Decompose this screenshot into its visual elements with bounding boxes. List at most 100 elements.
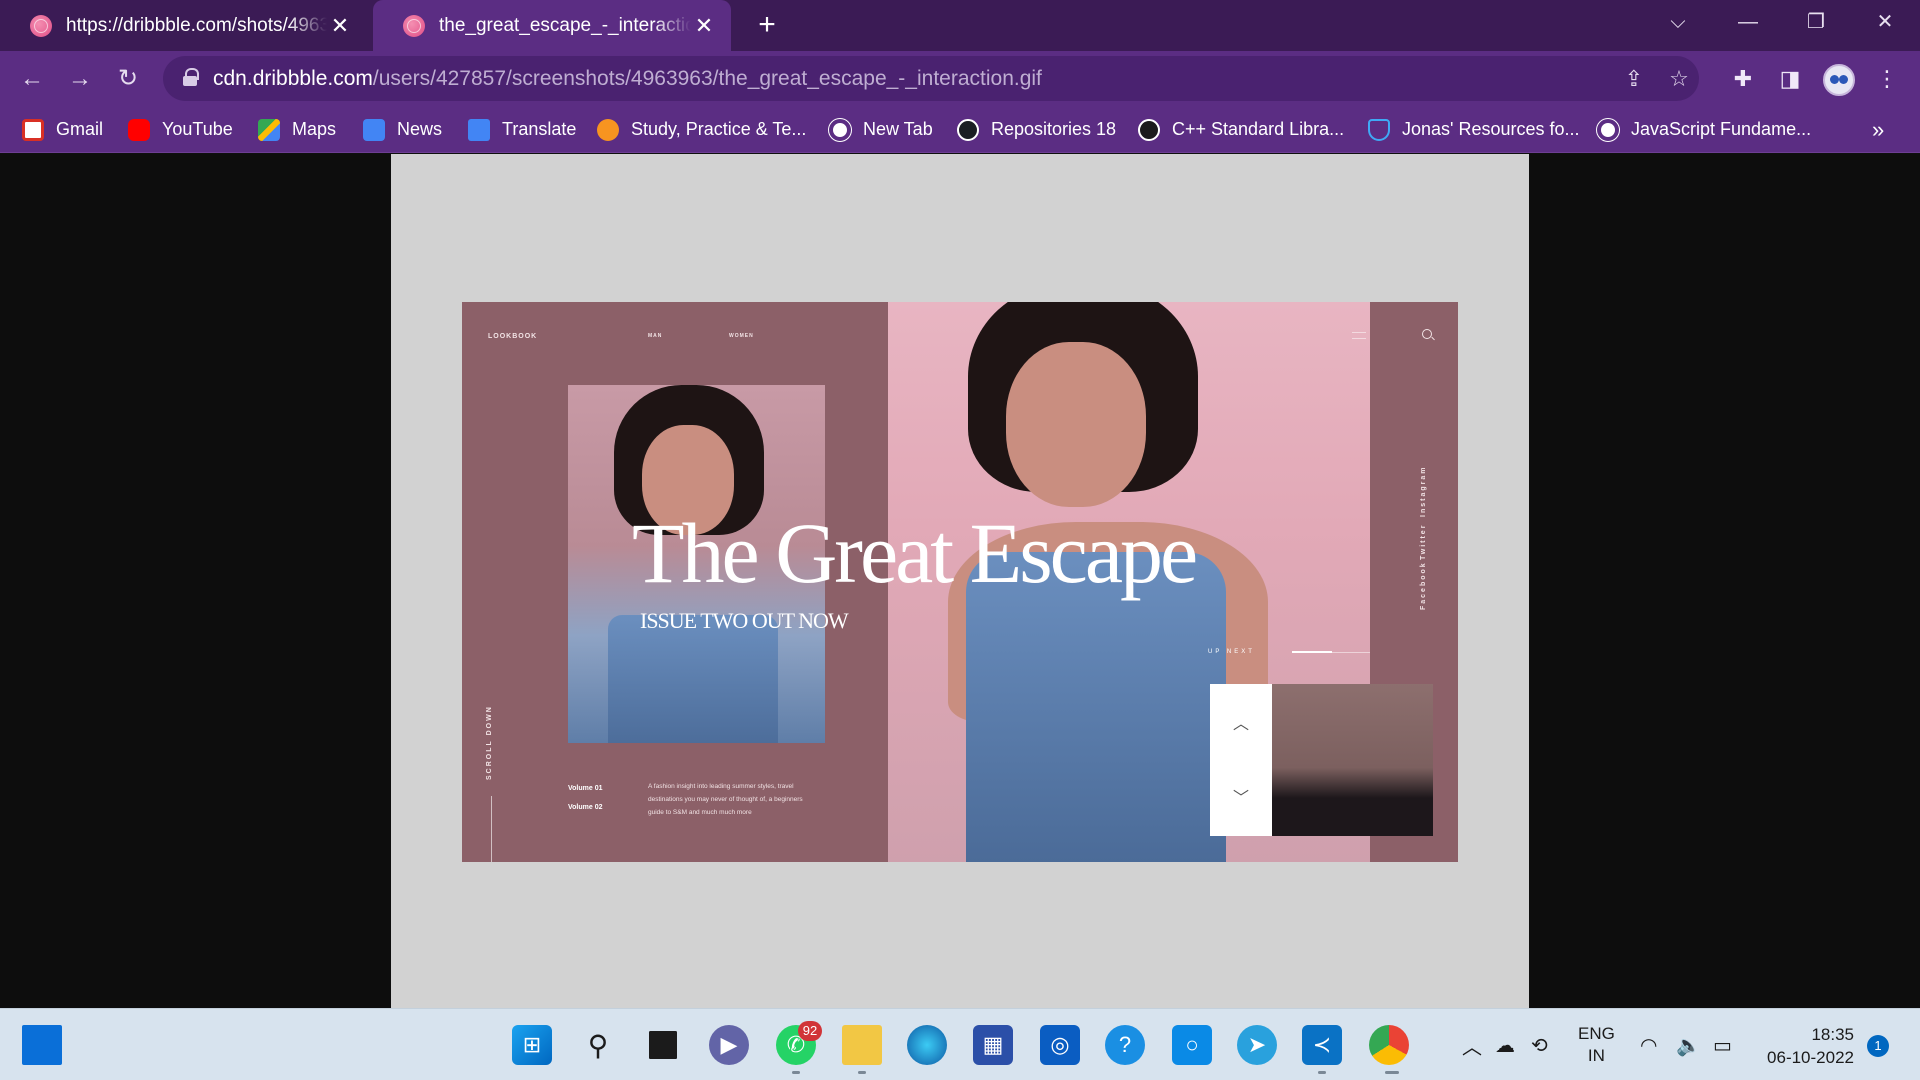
chat-icon[interactable]: ▶ <box>709 1025 749 1065</box>
scroll-line <box>491 796 492 862</box>
restore-button[interactable]: ❐ <box>1786 0 1846 44</box>
bookmark-maps[interactable]: Maps <box>258 106 336 153</box>
sync-icon[interactable]: ⟲ <box>1531 1009 1548 1080</box>
share-icon[interactable]: ⇪ <box>1617 62 1651 96</box>
page-viewport: LOOKBOOK MAN WOMEN SCROLL DOWN Volume 01… <box>0 154 1920 1008</box>
close-window-button[interactable]: ✕ <box>1855 0 1915 44</box>
url-text[interactable]: cdn.dribbble.com/users/427857/screenshot… <box>213 56 1042 101</box>
overall-shape <box>608 615 778 743</box>
tab-title: https://dribbble.com/shots/4963963 <box>66 14 327 36</box>
bookmark-translate[interactable]: Translate <box>468 106 576 153</box>
dribbble-icon <box>403 14 425 37</box>
globe-icon <box>1597 118 1619 141</box>
github-icon <box>957 118 979 141</box>
tab-title: the_great_escape_-_interaction.gif <box>439 14 691 36</box>
wifi-icon[interactable]: ◠ <box>1640 1009 1657 1080</box>
vscode-icon[interactable]: ≺ <box>1302 1025 1342 1065</box>
notification-badge[interactable]: 1 <box>1867 1035 1889 1057</box>
cortana-icon[interactable]: ○ <box>1172 1025 1212 1065</box>
tab-search-icon[interactable]: ⌵ <box>1648 0 1708 44</box>
browser-toolbar: ← → ↻ cdn.dribbble.com/users/427857/scre… <box>0 51 1920 106</box>
clock[interactable]: 18:35 06-10-2022 <box>1754 1023 1854 1069</box>
social-facebook: Facebook <box>1420 561 1427 610</box>
close-tab-icon[interactable]: ✕ <box>327 13 353 39</box>
side-panel-icon[interactable]: ◨ <box>1772 61 1808 97</box>
maps-icon <box>258 118 280 141</box>
minimize-button[interactable]: — <box>1718 0 1778 44</box>
forward-button[interactable]: → <box>62 61 98 97</box>
whatsapp-badge: 92 <box>798 1021 822 1041</box>
dribbble-icon <box>30 14 52 37</box>
bookmark-label: News <box>397 119 443 139</box>
youtube-icon <box>128 118 150 141</box>
gif-subhead: ISSUE TWO OUT NOW <box>640 608 849 633</box>
bookmark-repositories[interactable]: Repositories 18 <box>957 106 1116 153</box>
language-line2: IN <box>1587 1046 1605 1065</box>
bookmark-label: Study, Practice & Te... <box>631 119 807 139</box>
gif-image[interactable]: LOOKBOOK MAN WOMEN SCROLL DOWN Volume 01… <box>462 302 1458 862</box>
start-icon[interactable]: ⊞ <box>512 1025 552 1065</box>
menu-icon[interactable]: ⋮ <box>1869 61 1905 97</box>
translate-icon <box>468 118 490 141</box>
running-indicator <box>792 1071 800 1074</box>
next-slide-thumbnail <box>1272 684 1433 836</box>
battery-icon[interactable]: ▭ <box>1713 1009 1732 1080</box>
bookmark-label: Translate <box>502 119 577 139</box>
bookmark-cpp[interactable]: C++ Standard Libra... <box>1138 106 1344 153</box>
app-icon[interactable]: ◎ <box>1040 1025 1080 1065</box>
store-icon[interactable]: ▦ <box>973 1025 1013 1065</box>
face-shape <box>1006 342 1146 507</box>
volume-icon[interactable]: 🔈 <box>1676 1009 1701 1080</box>
telegram-icon[interactable]: ➤ <box>1237 1025 1277 1065</box>
bookmark-label: JavaScript Fundame... <box>1631 119 1812 139</box>
onedrive-icon[interactable]: ☁ <box>1495 1009 1515 1080</box>
help-icon[interactable]: ? <box>1105 1025 1145 1065</box>
gif-nav-lookbook: LOOKBOOK <box>488 333 538 340</box>
clock-date: 06-10-2022 <box>1767 1048 1854 1067</box>
close-tab-icon[interactable]: ✕ <box>691 13 717 39</box>
lock-icon[interactable] <box>183 68 199 86</box>
scroll-down-label: SCROLL DOWN <box>486 705 493 780</box>
address-bar[interactable]: cdn.dribbble.com/users/427857/screenshot… <box>163 56 1699 101</box>
tab-dribbble-shot[interactable]: https://dribbble.com/shots/4963963 ✕ <box>0 0 367 51</box>
bookmark-javascript[interactable]: JavaScript Fundame... <box>1597 106 1811 153</box>
bookmark-news[interactable]: News <box>363 106 442 153</box>
running-indicator <box>1385 1071 1399 1074</box>
reload-button[interactable]: ↻ <box>110 61 146 97</box>
more-bookmarks-button[interactable]: » <box>1872 106 1884 153</box>
volume-01: Volume 01 <box>568 785 603 792</box>
globe-icon <box>829 118 851 141</box>
bookmark-gmail[interactable]: Gmail <box>22 106 103 153</box>
up-next-progress <box>1292 651 1370 653</box>
star-icon[interactable]: ☆ <box>1662 62 1696 96</box>
tab-strip: https://dribbble.com/shots/4963963 ✕ the… <box>0 0 1920 51</box>
language-indicator[interactable]: ENG IN <box>1578 1009 1615 1080</box>
profile-avatar[interactable] <box>1823 64 1855 96</box>
file-explorer-icon[interactable] <box>842 1025 882 1065</box>
widgets-icon[interactable] <box>22 1025 62 1065</box>
bookmark-label: C++ Standard Libra... <box>1172 119 1345 139</box>
hamburger-icon <box>1352 332 1366 339</box>
bookmark-jonas[interactable]: Jonas' Resources fo... <box>1368 106 1580 153</box>
gif-nav-women: WOMEN <box>729 333 754 339</box>
bookmark-new-tab[interactable]: New Tab <box>829 106 933 153</box>
chrome-icon[interactable] <box>1369 1025 1409 1065</box>
bookmark-label: YouTube <box>162 119 233 139</box>
bookmark-label: Repositories 18 <box>991 119 1117 139</box>
bookmark-youtube[interactable]: YouTube <box>128 106 233 153</box>
up-next-label: UP NEXT <box>1208 649 1255 655</box>
tray-chevron-icon[interactable]: ︿ <box>1462 1009 1482 1080</box>
extensions-icon[interactable]: ✚ <box>1725 61 1761 97</box>
task-view-icon[interactable] <box>649 1031 677 1059</box>
back-button[interactable]: ← <box>14 61 50 97</box>
cpp-icon <box>1138 118 1160 141</box>
gif-description: A fashion insight into leading summer st… <box>648 783 803 816</box>
gif-nav-man: MAN <box>648 333 663 339</box>
new-tab-button[interactable]: + <box>748 6 786 44</box>
edge-icon[interactable] <box>907 1025 947 1065</box>
volume-02: Volume 02 <box>568 804 603 811</box>
search-icon[interactable]: ⚲ <box>578 1025 618 1065</box>
tab-gif[interactable]: the_great_escape_-_interaction.gif ✕ <box>373 0 731 51</box>
bookmark-study[interactable]: Study, Practice & Te... <box>597 106 806 153</box>
chevron-down-icon: ﹀ <box>1232 790 1249 807</box>
